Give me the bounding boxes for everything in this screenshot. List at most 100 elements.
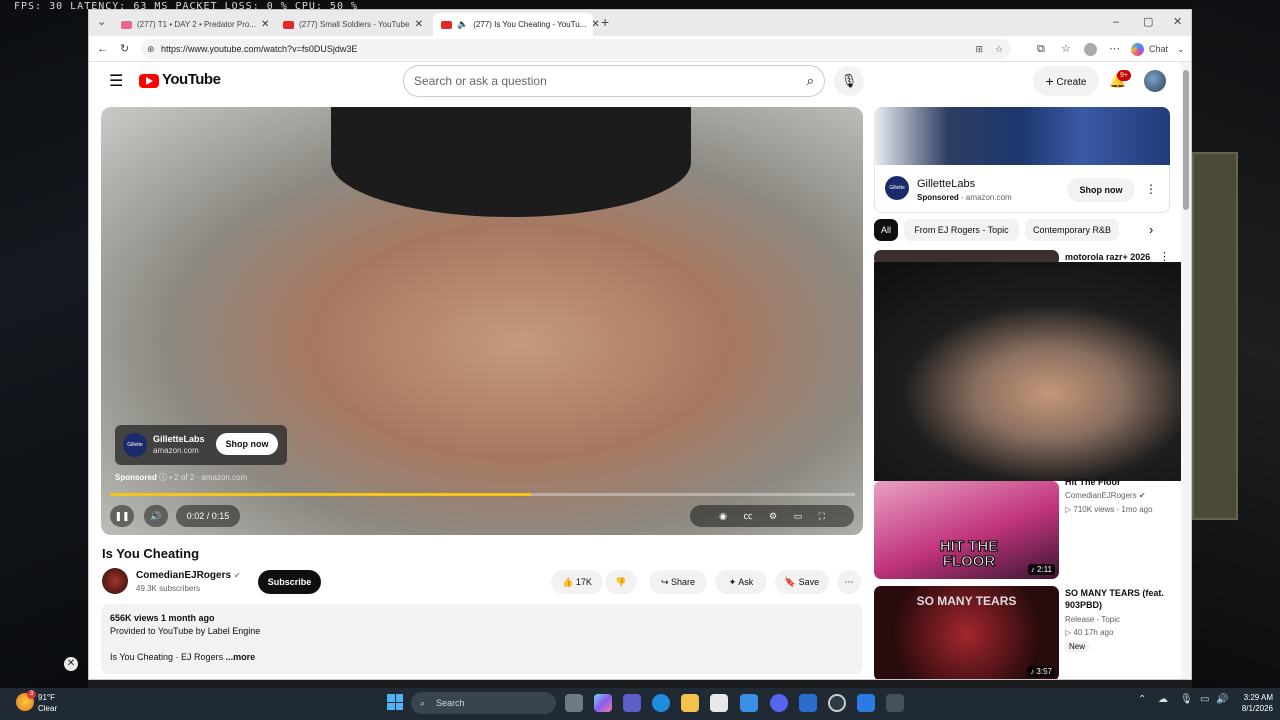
- site-info-icon[interactable]: ⊕: [147, 39, 155, 59]
- close-icon[interactable]: ✕: [415, 19, 423, 30]
- volume-icon[interactable]: 🔊: [144, 505, 168, 527]
- video-player[interactable]: Gillette GilletteLabs amazon.com Shop no…: [101, 107, 863, 535]
- refresh-icon[interactable]: ↻: [120, 36, 129, 62]
- more-link[interactable]: ...more: [226, 652, 256, 662]
- chip-from-ej-rogers[interactable]: From EJ Rogers - Topic: [904, 219, 1019, 241]
- fullscreen-icon[interactable]: ⛶: [819, 511, 825, 521]
- new-tab-icon[interactable]: +: [601, 10, 609, 35]
- tab-small-soldiers[interactable]: (277) Small Soldiers - YouTube ✕: [275, 13, 431, 36]
- windows-quad: [387, 694, 395, 702]
- discord-icon[interactable]: [770, 694, 788, 712]
- description-box[interactable]: 656K views 1 month ago Provided to YouTu…: [101, 604, 863, 674]
- copilot-icon[interactable]: [1131, 43, 1144, 56]
- volume-icon[interactable]: 🔊: [1216, 694, 1228, 705]
- url-text: https://www.youtube.com/watch?v=fs0DUSjd…: [161, 44, 358, 54]
- teams-icon[interactable]: [623, 694, 641, 712]
- captions-icon[interactable]: ㏄: [743, 511, 752, 521]
- cloud-icon[interactable]: ☁: [1158, 694, 1168, 705]
- ad-shop-now-button[interactable]: Shop now: [216, 433, 278, 455]
- tray-overflow-icon[interactable]: ⌃: [1138, 694, 1146, 705]
- tab-predator[interactable]: (277) T1 • DAY 2 • Predator Pro... ✕: [113, 13, 271, 36]
- app-icon[interactable]: [857, 694, 875, 712]
- close-icon[interactable]: ✕: [64, 657, 78, 671]
- theater-mode-icon[interactable]: ▭: [794, 511, 803, 521]
- maximize-icon[interactable]: ▢: [1143, 10, 1153, 35]
- video-thumbnail[interactable]: HIT THE FLOOR ♪ 2:11: [874, 481, 1059, 579]
- youtube-logo-text[interactable]: YouTube: [162, 71, 221, 88]
- close-icon[interactable]: ✕: [591, 19, 599, 30]
- weather-widget[interactable]: 91°F Clear: [38, 692, 57, 714]
- ad-overlay-card[interactable]: Gillette GilletteLabs amazon.com Shop no…: [115, 425, 287, 465]
- back-icon[interactable]: ←: [97, 36, 108, 62]
- chip-all[interactable]: All: [874, 219, 898, 241]
- mail-icon[interactable]: [740, 694, 758, 712]
- sidebar-video-title[interactable]: Hit The Floor: [1065, 476, 1175, 488]
- info-icon[interactable]: ⓘ: [159, 473, 167, 482]
- more-actions-icon[interactable]: ⋯: [837, 570, 861, 594]
- file-explorer-icon[interactable]: [681, 694, 699, 712]
- edge-icon[interactable]: [652, 694, 670, 712]
- minimize-icon[interactable]: –: [1113, 10, 1119, 35]
- collections-icon[interactable]: ☆: [1061, 36, 1071, 62]
- ask-button[interactable]: ✦ Ask: [715, 570, 767, 594]
- speaker-icon[interactable]: 🔈: [457, 19, 468, 30]
- pause-button[interactable]: ❚❚: [110, 505, 134, 527]
- taskbar-clock[interactable]: 3:29 AM 8/1/2026: [1231, 692, 1273, 714]
- weather-temp: 91°F: [38, 693, 55, 702]
- more-menu-icon[interactable]: ⋯: [1109, 36, 1120, 62]
- chevron-down-icon[interactable]: ⌄: [1177, 36, 1185, 62]
- app-icon[interactable]: ⊞: [975, 39, 983, 59]
- sidebar-video-title[interactable]: SO MANY TEARS (feat. 903PBD): [1065, 587, 1175, 611]
- page-scrollbar[interactable]: [1181, 62, 1191, 679]
- kebab-menu-icon[interactable]: ⋮: [1145, 182, 1157, 196]
- search-input[interactable]: Search or ask a question ⌕: [403, 65, 825, 97]
- sidebar-meta: ▷ 710K views · 1mo ago: [1065, 504, 1175, 516]
- network-icon[interactable]: ▭: [1200, 694, 1209, 705]
- sidebar-channel[interactable]: Release - Topic: [1065, 614, 1175, 626]
- channel-avatar[interactable]: [102, 568, 128, 594]
- favorite-star-icon[interactable]: ☆: [995, 39, 1003, 59]
- autoplay-icon[interactable]: ◉: [719, 511, 727, 521]
- progress-bar[interactable]: [110, 493, 855, 496]
- sidebar-shop-now-button[interactable]: Shop now: [1067, 178, 1135, 202]
- share-button[interactable]: ↪ Share: [649, 570, 707, 594]
- sidebar-channel[interactable]: ComedianEJRogers ✔: [1065, 490, 1175, 502]
- create-button[interactable]: + Create: [1033, 66, 1099, 96]
- settings-gear-icon[interactable]: ⚙: [769, 511, 777, 521]
- subscribe-button[interactable]: Subscribe: [258, 570, 321, 594]
- ad-domain-link[interactable]: amazon.com: [201, 473, 247, 482]
- chevron-right-icon[interactable]: ›: [1149, 222, 1153, 237]
- start-windows-icon[interactable]: [387, 694, 403, 710]
- channel-name[interactable]: ComedianEJRogers ✔: [136, 570, 241, 581]
- extensions-icon[interactable]: ⧉: [1037, 36, 1045, 62]
- hamburger-menu-icon[interactable]: ☰: [109, 71, 123, 91]
- close-icon[interactable]: ✕: [261, 19, 269, 30]
- tab-title: (277) T1 • DAY 2 • Predator Pro...: [137, 20, 256, 29]
- scrollbar-thumb[interactable]: [1183, 70, 1189, 210]
- sidebar-ad-image[interactable]: [874, 107, 1170, 165]
- address-bar[interactable]: ⊕ https://www.youtube.com/watch?v=fs0DUS…: [141, 39, 1011, 59]
- obs-icon[interactable]: [828, 694, 846, 712]
- dislike-button[interactable]: 👎: [605, 570, 637, 594]
- app-icon[interactable]: [799, 694, 817, 712]
- mic-icon[interactable]: 🎙: [834, 66, 864, 96]
- avatar[interactable]: [1144, 70, 1166, 92]
- profile-icon[interactable]: [1084, 43, 1097, 56]
- chip-contemporary-rnb[interactable]: Contemporary R&B: [1025, 219, 1119, 241]
- copilot-app-icon[interactable]: [594, 694, 612, 712]
- chat-label[interactable]: Chat: [1149, 36, 1168, 62]
- sidebar-meta-text: 710K views · 1mo ago: [1073, 505, 1153, 514]
- taskbar-search[interactable]: ⌕ Search: [411, 692, 556, 714]
- video-frame: [331, 107, 691, 217]
- tab-is-you-cheating[interactable]: 🔈 (277) Is You Cheating - YouTu... ✕: [433, 13, 600, 36]
- task-view-icon[interactable]: [565, 694, 583, 712]
- save-button[interactable]: 🔖 Save: [775, 570, 829, 594]
- like-button[interactable]: 👍 17K: [551, 570, 603, 594]
- microphone-icon[interactable]: 🎙: [1180, 694, 1193, 705]
- tab-list-icon[interactable]: ⌄: [97, 10, 106, 35]
- close-window-icon[interactable]: ✕: [1173, 10, 1182, 35]
- app-icon[interactable]: [886, 694, 904, 712]
- search-icon[interactable]: ⌕: [807, 66, 814, 96]
- store-icon[interactable]: [710, 694, 728, 712]
- video-thumbnail[interactable]: SO MANY TEARS ♪ 3:57: [874, 586, 1059, 679]
